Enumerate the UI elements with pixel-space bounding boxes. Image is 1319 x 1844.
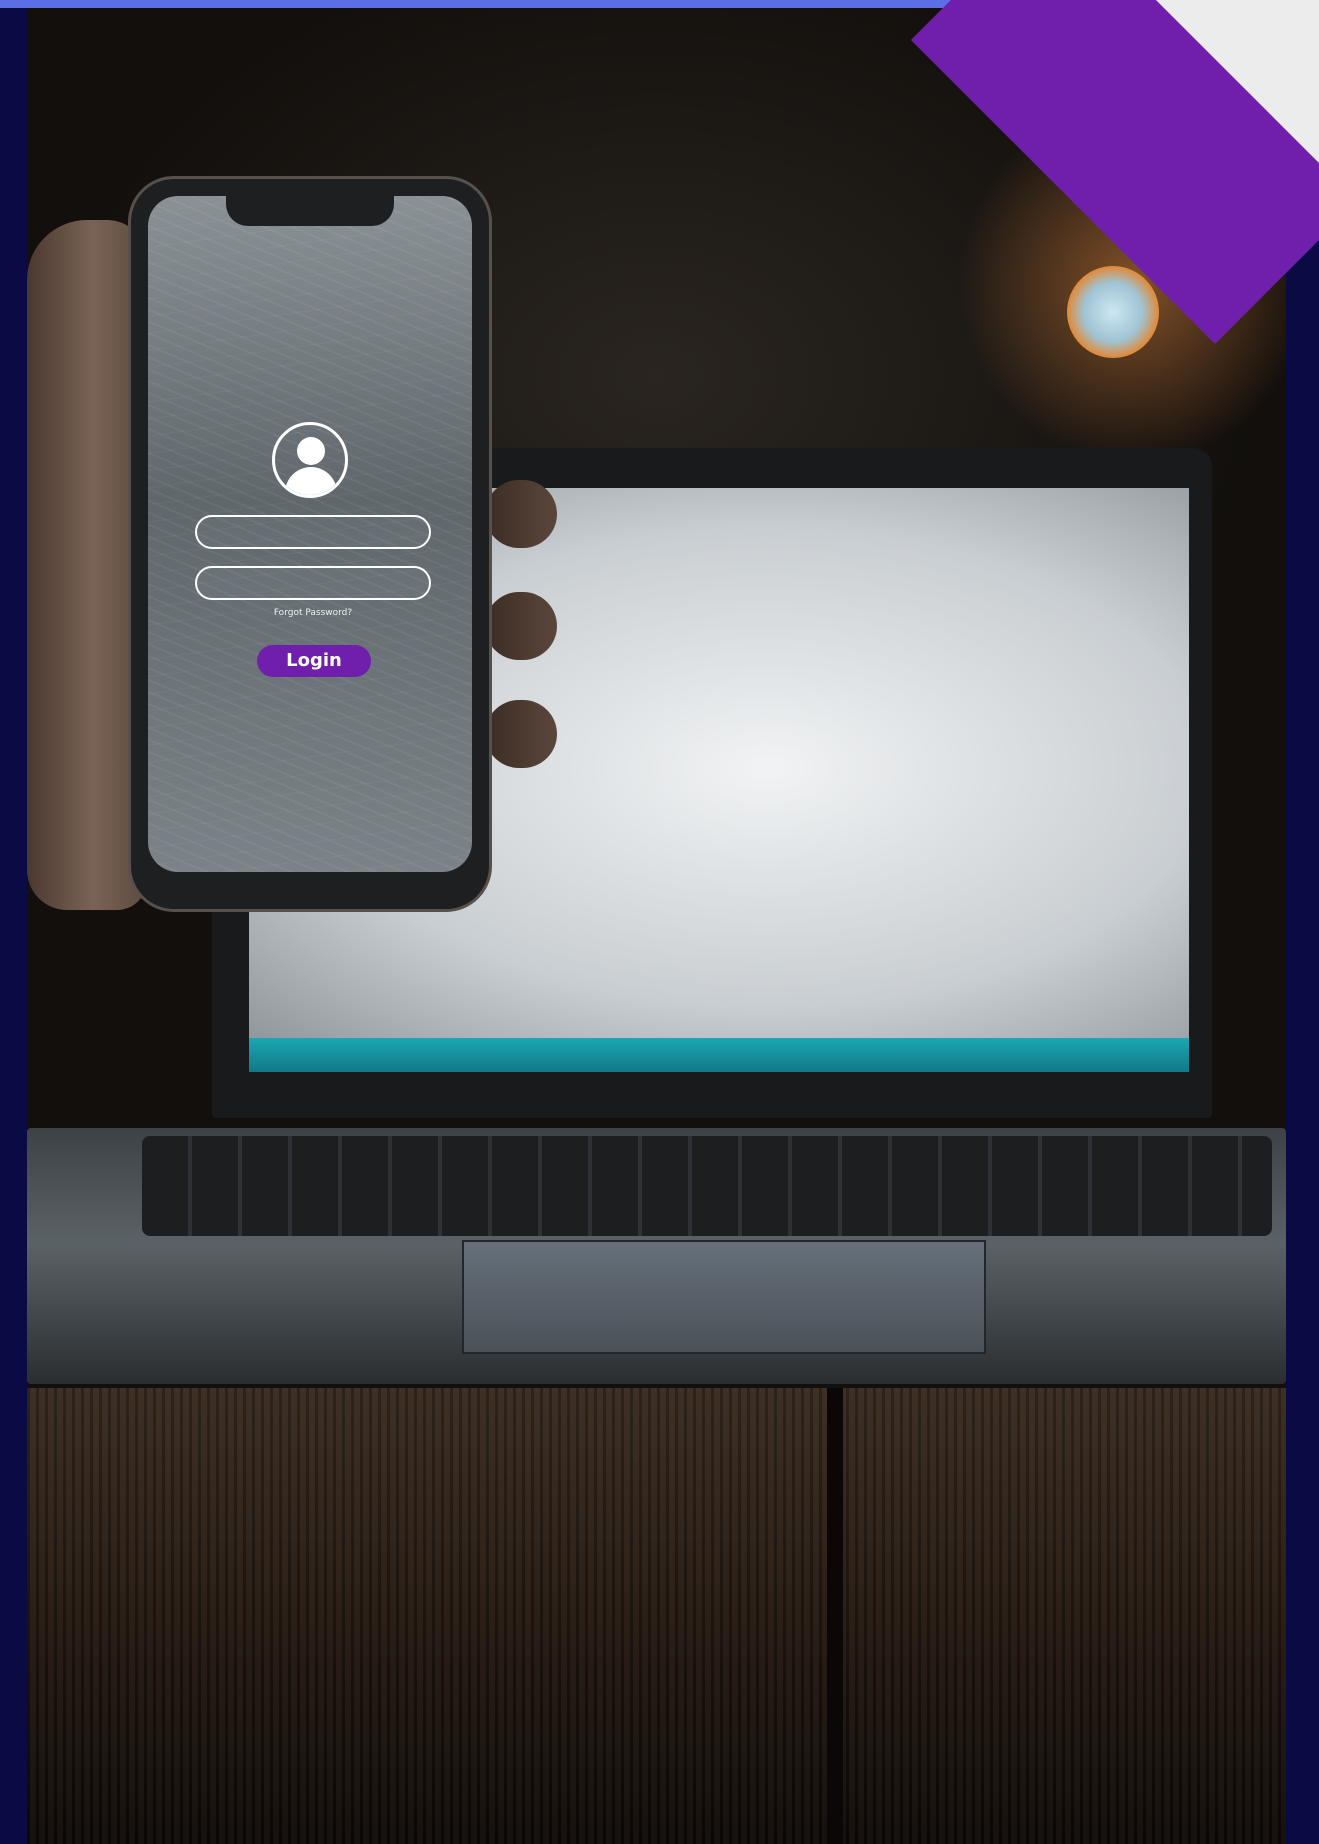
password-field[interactable] [195,566,431,600]
finger [485,592,557,660]
finger [485,700,557,768]
laptop-keyboard [142,1136,1272,1236]
laptop-trackpad [462,1240,986,1354]
forgot-password-link[interactable]: Forgot Password? [195,608,431,618]
finger [485,480,557,548]
login-button[interactable]: Login [257,645,371,677]
phone-notch [226,196,394,226]
background-lamp [1067,266,1159,358]
laptop-taskbar [249,1038,1189,1072]
user-avatar-icon [272,422,348,498]
username-field[interactable] [195,515,431,549]
desk-seam [827,1388,843,1844]
poster-frame: Forgot Password? Login [0,0,1319,1844]
avatar-head [297,437,325,465]
wooden-desk [27,1388,1286,1844]
avatar-body [285,467,337,495]
